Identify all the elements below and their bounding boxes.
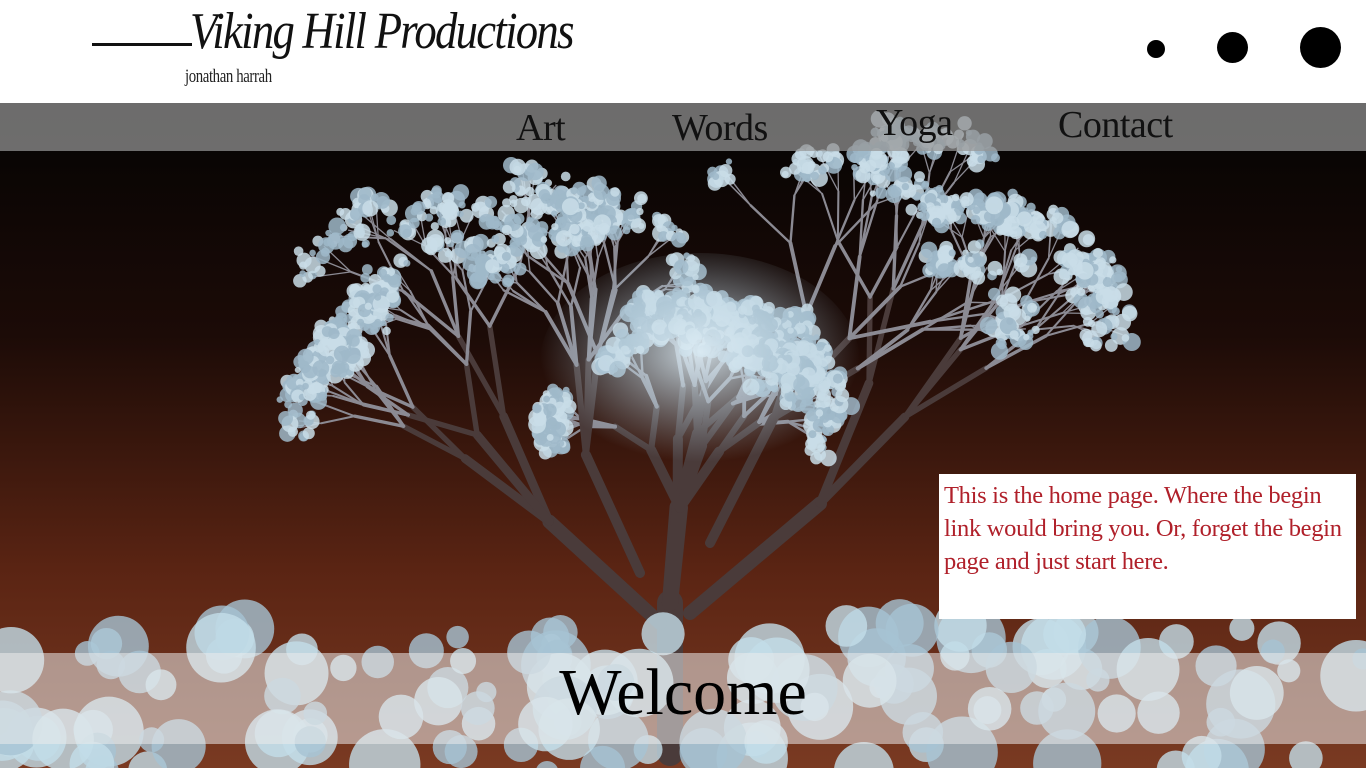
nav-contact[interactable]: Contact — [1058, 103, 1173, 147]
info-text: This is the home page. Where the begin l… — [944, 482, 1342, 575]
brand-title[interactable]: Viking Hill Productions — [190, 6, 574, 58]
nav-art[interactable]: Art — [516, 106, 566, 150]
dot-small-icon[interactable] — [1147, 40, 1165, 58]
info-box: This is the home page. Where the begin l… — [939, 474, 1356, 619]
logo-rule — [92, 43, 192, 46]
brand-subtitle: jonathan harrah — [185, 66, 272, 87]
nav-words[interactable]: Words — [672, 106, 768, 150]
dot-medium-icon[interactable] — [1217, 32, 1248, 63]
site-header: Viking Hill Productions jonathan harrah — [0, 0, 1366, 103]
welcome-heading: Welcome — [559, 656, 807, 729]
nav-yoga[interactable]: Yoga — [876, 101, 953, 145]
dot-large-icon[interactable] — [1300, 27, 1341, 68]
